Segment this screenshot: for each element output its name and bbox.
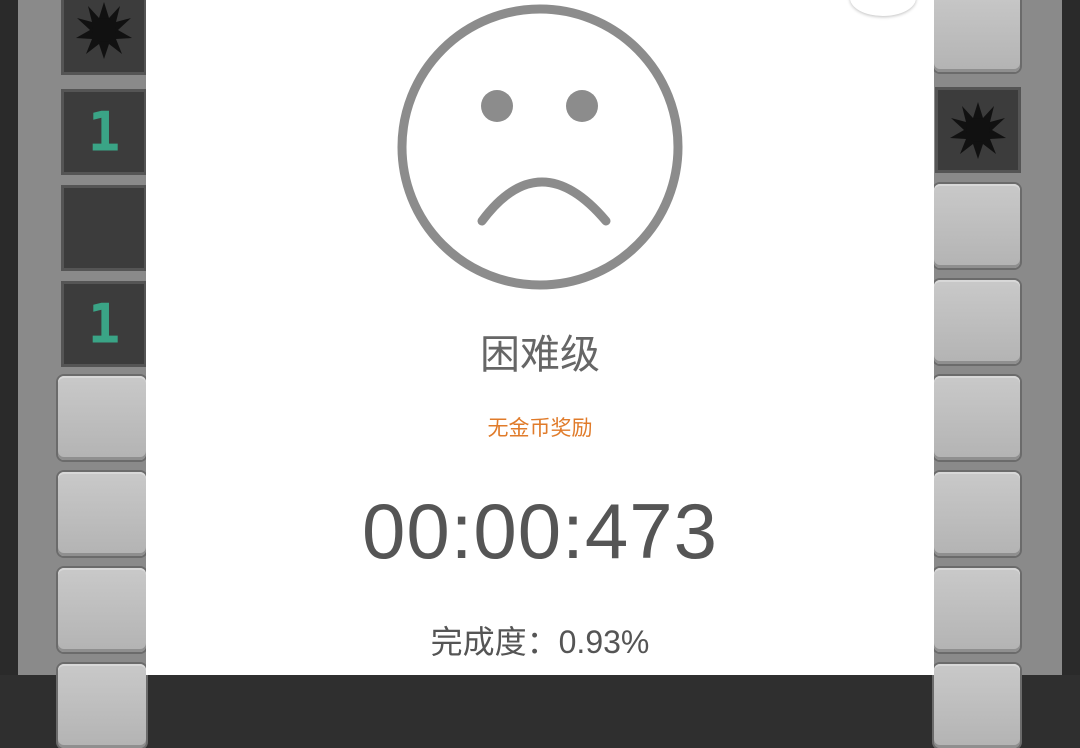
elapsed-time: 00:00:473 bbox=[361, 487, 718, 575]
cell-number-label: 1 bbox=[87, 100, 121, 164]
cell-covered[interactable] bbox=[58, 664, 146, 748]
mine-icon bbox=[76, 2, 132, 59]
cell-number-label: 1 bbox=[87, 292, 121, 356]
cell-covered[interactable] bbox=[934, 472, 1020, 556]
cell-covered[interactable] bbox=[934, 664, 1020, 748]
reward-text: 无金币奖励 bbox=[487, 416, 593, 440]
cell-covered[interactable] bbox=[934, 568, 1020, 652]
cell-mine bbox=[938, 90, 1018, 170]
cell-empty bbox=[64, 188, 144, 268]
cell-covered[interactable] bbox=[934, 280, 1020, 364]
cell-covered[interactable] bbox=[934, 0, 1020, 72]
completion-percent: 完成度：0.93% bbox=[430, 624, 650, 660]
cell-covered[interactable] bbox=[934, 376, 1020, 460]
cell-covered[interactable] bbox=[934, 184, 1020, 268]
mine-icon bbox=[950, 102, 1006, 159]
cell-number[interactable]: 1 bbox=[64, 284, 144, 364]
sad-face-icon bbox=[397, 4, 683, 290]
cell-covered[interactable] bbox=[58, 568, 146, 652]
difficulty-label: 困难级 bbox=[480, 332, 600, 378]
cell-number[interactable]: 1 bbox=[64, 92, 144, 172]
cell-covered[interactable] bbox=[58, 472, 146, 556]
cell-mine bbox=[64, 0, 144, 72]
cell-covered[interactable] bbox=[58, 376, 146, 460]
